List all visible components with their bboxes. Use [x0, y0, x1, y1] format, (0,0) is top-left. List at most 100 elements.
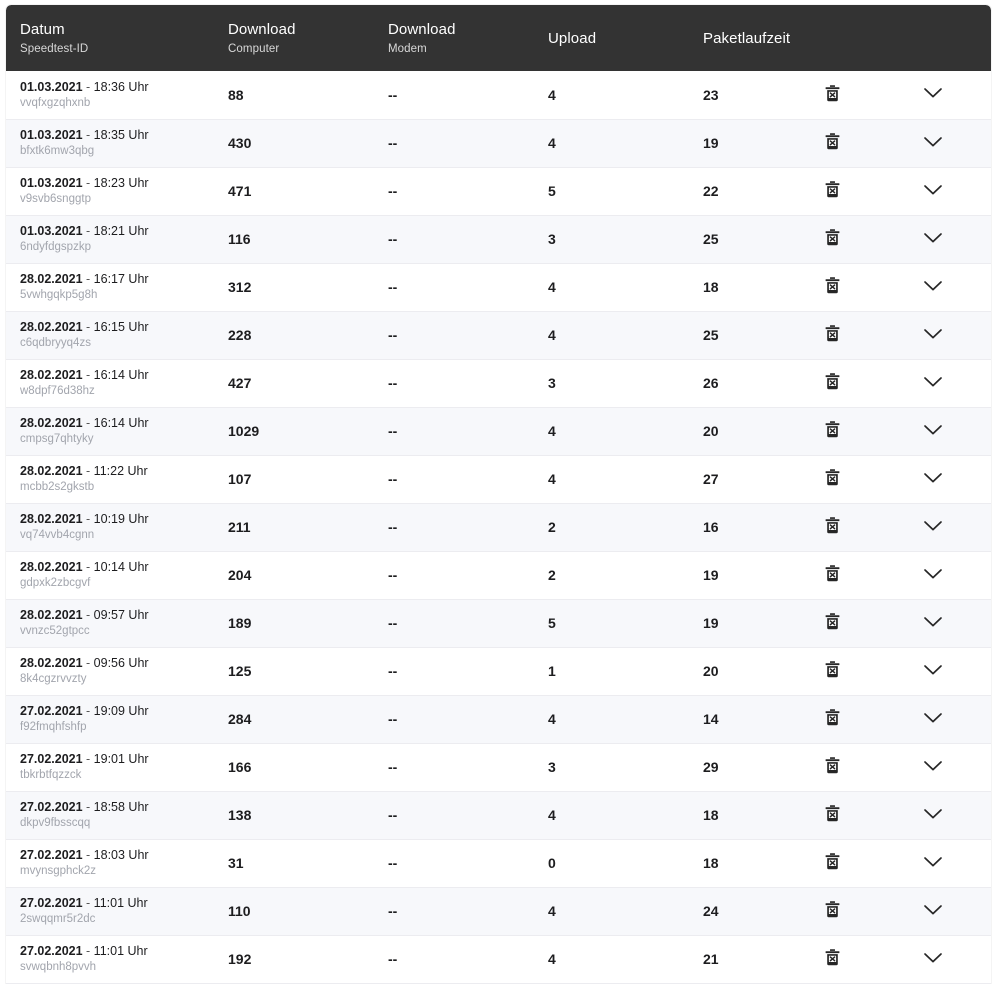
- table-row[interactable]: 27.02.2021 - 19:09 Uhr f92fmqhfshfp 284 -- 4…: [6, 695, 991, 744]
- expand-row-button[interactable]: [923, 232, 943, 244]
- delete-row-button[interactable]: [825, 709, 840, 726]
- row-date: 01.03.2021: [20, 128, 83, 142]
- row-datetime: 28.02.2021 - 10:14 Uhr: [20, 560, 149, 574]
- table-row[interactable]: 28.02.2021 - 11:22 Uhr mcbb2s2gkstb 107 -- 4…: [6, 455, 991, 504]
- cell-download-computer: 31: [214, 839, 374, 888]
- expand-row-button[interactable]: [923, 952, 943, 964]
- table-row[interactable]: 28.02.2021 - 10:14 Uhr gdpxk2zbcgvf 204 -- 2…: [6, 551, 991, 600]
- cell-download-modem: --: [374, 359, 534, 408]
- delete-row-button[interactable]: [825, 325, 840, 342]
- column-header-datum[interactable]: Datum Speedtest-ID: [6, 5, 214, 71]
- table-row[interactable]: 28.02.2021 - 16:14 Uhr w8dpf76d38hz 427 -- 3…: [6, 359, 991, 408]
- delete-row-button[interactable]: [825, 565, 840, 582]
- table-row[interactable]: 28.02.2021 - 16:15 Uhr c6qdbryyq4zs 228 -- 4…: [6, 311, 991, 360]
- expand-row-button[interactable]: [923, 280, 943, 292]
- cell-paketlaufzeit: 24: [689, 887, 817, 936]
- cell-upload: 4: [534, 935, 689, 984]
- expand-row-button[interactable]: [923, 87, 943, 99]
- column-header-expand: [909, 5, 991, 71]
- delete-row-button[interactable]: [825, 613, 840, 630]
- table-row[interactable]: 27.02.2021 - 11:01 Uhr svwqbnh8pvvh 192 -- 4…: [6, 935, 991, 984]
- delete-row-button[interactable]: [825, 949, 840, 966]
- expand-row-button[interactable]: [923, 520, 943, 532]
- row-speedtest-id: vvnzc52gtpcc: [20, 625, 90, 637]
- expand-row-button[interactable]: [923, 616, 943, 628]
- expand-row-button[interactable]: [923, 424, 943, 436]
- row-date: 28.02.2021: [20, 512, 83, 526]
- row-date: 27.02.2021: [20, 704, 83, 718]
- column-header-download-modem-title: Download: [388, 20, 456, 38]
- row-date: 27.02.2021: [20, 752, 83, 766]
- table-row[interactable]: 28.02.2021 - 09:57 Uhr vvnzc52gtpcc 189 -- 5…: [6, 599, 991, 648]
- cell-delete: [817, 839, 909, 888]
- table-row[interactable]: 01.03.2021 - 18:23 Uhr v9svb6snggtp 471 -- 5…: [6, 167, 991, 216]
- cell-upload: 4: [534, 311, 689, 360]
- row-time: 10:14 Uhr: [93, 560, 149, 574]
- table-row[interactable]: 27.02.2021 - 11:01 Uhr 2swqqmr5r2dc 110 -- 4…: [6, 887, 991, 936]
- trash-x-icon: [825, 661, 840, 678]
- delete-row-button[interactable]: [825, 469, 840, 486]
- table-row[interactable]: 28.02.2021 - 16:14 Uhr cmpsg7qhtyky 1029 --…: [6, 407, 991, 456]
- table-row[interactable]: 27.02.2021 - 18:58 Uhr dkpv9fbsscqq 138 -- 4…: [6, 791, 991, 840]
- delete-row-button[interactable]: [825, 805, 840, 822]
- delete-row-button[interactable]: [825, 901, 840, 918]
- delete-row-button[interactable]: [825, 421, 840, 438]
- cell-paketlaufzeit: 18: [689, 791, 817, 840]
- column-header-upload[interactable]: Upload: [534, 5, 689, 71]
- delete-row-button[interactable]: [825, 373, 840, 390]
- table-row[interactable]: 28.02.2021 - 09:56 Uhr 8k4cgzrvvzty 125 -- 1…: [6, 647, 991, 696]
- delete-row-button[interactable]: [825, 181, 840, 198]
- table-row[interactable]: 28.02.2021 - 10:19 Uhr vq74vvb4cgnn 211 -- 2…: [6, 503, 991, 552]
- cell-expand: [909, 887, 991, 936]
- expand-row-button[interactable]: [923, 760, 943, 772]
- delete-row-button[interactable]: [825, 853, 840, 870]
- cell-expand: [909, 599, 991, 648]
- table-row[interactable]: 27.02.2021 - 18:03 Uhr mvynsgphck2z 31 -- 0 1…: [6, 839, 991, 888]
- column-header-datum-subtitle: Speedtest-ID: [20, 42, 89, 55]
- expand-row-button[interactable]: [923, 376, 943, 388]
- chevron-down-icon: [923, 664, 943, 676]
- expand-row-button[interactable]: [923, 856, 943, 868]
- row-time: 18:58 Uhr: [93, 800, 149, 814]
- delete-row-button[interactable]: [825, 661, 840, 678]
- delete-row-button[interactable]: [825, 517, 840, 534]
- row-speedtest-id: 8k4cgzrvvzty: [20, 673, 87, 685]
- cell-download-modem: --: [374, 263, 534, 312]
- expand-row-button[interactable]: [923, 664, 943, 676]
- column-header-paketlaufzeit[interactable]: Paketlaufzeit: [689, 5, 817, 71]
- expand-row-button[interactable]: [923, 328, 943, 340]
- expand-row-button[interactable]: [923, 472, 943, 484]
- row-date: 28.02.2021: [20, 320, 83, 334]
- column-header-download-computer[interactable]: Download Computer: [214, 5, 374, 71]
- cell-download-computer: 88: [214, 71, 374, 120]
- row-datetime: 28.02.2021 - 16:14 Uhr: [20, 416, 149, 430]
- row-time: 09:57 Uhr: [93, 608, 149, 622]
- expand-row-button[interactable]: [923, 904, 943, 916]
- row-time: 18:36 Uhr: [93, 79, 149, 94]
- cell-expand: [909, 71, 991, 120]
- expand-row-button[interactable]: [923, 808, 943, 820]
- delete-row-button[interactable]: [825, 133, 840, 150]
- cell-datum: 28.02.2021 - 10:14 Uhr gdpxk2zbcgvf: [6, 551, 214, 600]
- table-row[interactable]: 28.02.2021 - 16:17 Uhr 5vwhgqkp5g8h 312 -- 4…: [6, 263, 991, 312]
- chevron-down-icon: [923, 328, 943, 340]
- expand-row-button[interactable]: [923, 712, 943, 724]
- table-row[interactable]: 01.03.2021 - 18:21 Uhr 6ndyfdgspzkp 116 -- 3…: [6, 215, 991, 264]
- table-row[interactable]: 01.03.2021 - 18:35 Uhr bfxtk6mw3qbg 430 -- 4…: [6, 119, 991, 168]
- expand-row-button[interactable]: [923, 136, 943, 148]
- row-time: 16:14 Uhr: [93, 368, 149, 382]
- table-row[interactable]: 01.03.2021 - 18:36 Uhr vvqfxgzqhxnb 88 -- 4 2…: [6, 71, 991, 120]
- delete-row-button[interactable]: [825, 85, 840, 102]
- cell-expand: [909, 167, 991, 216]
- table-row[interactable]: 27.02.2021 - 19:01 Uhr tbkrbtfqzzck 166 -- 3…: [6, 743, 991, 792]
- cell-expand: [909, 503, 991, 552]
- delete-row-button[interactable]: [825, 757, 840, 774]
- cell-download-computer: 189: [214, 599, 374, 648]
- delete-row-button[interactable]: [825, 277, 840, 294]
- expand-row-button[interactable]: [923, 184, 943, 196]
- cell-datum: 01.03.2021 - 18:21 Uhr 6ndyfdgspzkp: [6, 215, 214, 264]
- trash-x-icon: [825, 757, 840, 774]
- column-header-download-modem[interactable]: Download Modem: [374, 5, 534, 71]
- expand-row-button[interactable]: [923, 568, 943, 580]
- delete-row-button[interactable]: [825, 229, 840, 246]
